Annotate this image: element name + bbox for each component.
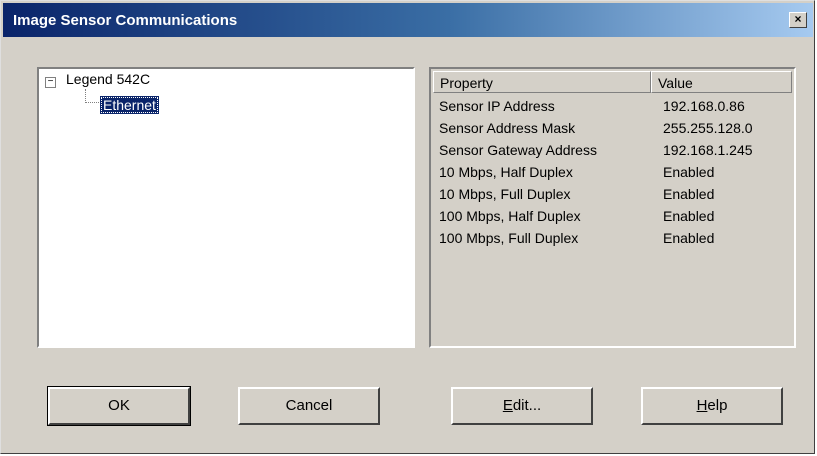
close-icon: × — [794, 12, 802, 26]
property-name: Sensor Address Mask — [439, 120, 576, 136]
property-name: Sensor Gateway Address — [439, 142, 597, 158]
property-row[interactable]: 100 Mbps, Half Duplex Enabled — [433, 205, 790, 227]
edit-button-accelerator: E — [502, 397, 513, 414]
help-button-accelerator: H — [696, 397, 708, 414]
property-name: 10 Mbps, Full Duplex — [439, 186, 571, 202]
collapse-icon[interactable]: − — [45, 77, 56, 88]
property-row[interactable]: 10 Mbps, Full Duplex Enabled — [433, 183, 790, 205]
property-row[interactable]: Sensor Address Mask 255.255.128.0 — [433, 117, 790, 139]
property-value: Enabled — [663, 186, 715, 202]
help-button[interactable]: Help — [641, 387, 783, 425]
edit-button[interactable]: Edit... — [451, 387, 593, 425]
tree-item-root[interactable]: Legend 542C — [66, 71, 150, 87]
property-name: Sensor IP Address — [439, 98, 555, 114]
property-rows: Sensor IP Address 192.168.0.86 Sensor Addr… — [433, 95, 790, 249]
property-row[interactable]: Sensor Gateway Address 192.168.1.245 — [433, 139, 790, 161]
property-row[interactable]: Sensor IP Address 192.168.0.86 — [433, 95, 790, 117]
help-button-label: elp — [707, 397, 728, 414]
property-name: 100 Mbps, Half Duplex — [439, 208, 581, 224]
property-list-header: Property Value — [433, 71, 792, 93]
property-row[interactable]: 10 Mbps, Half Duplex Enabled — [433, 161, 790, 183]
property-value: Enabled — [663, 230, 715, 246]
ok-button[interactable]: OK — [47, 386, 191, 426]
close-button[interactable]: × — [789, 12, 807, 28]
window-title: Image Sensor Communications — [13, 12, 238, 29]
property-value: 192.168.1.245 — [663, 142, 753, 158]
dialog-window: Image Sensor Communications × − Legend 5… — [0, 0, 815, 454]
property-name: 100 Mbps, Full Duplex — [439, 230, 579, 246]
tree-connector-horizontal — [85, 102, 99, 103]
tree-connector-vertical — [85, 89, 86, 103]
property-value: 255.255.128.0 — [663, 120, 753, 136]
property-row[interactable]: 100 Mbps, Full Duplex Enabled — [433, 227, 790, 249]
property-value: Enabled — [663, 208, 715, 224]
property-value: 192.168.0.86 — [663, 98, 745, 114]
edit-button-label: dit... — [512, 397, 542, 414]
column-header-value[interactable]: Value — [651, 71, 792, 93]
property-name: 10 Mbps, Half Duplex — [439, 164, 573, 180]
tree-view[interactable]: − Legend 542C Ethernet — [37, 67, 415, 348]
column-header-property[interactable]: Property — [433, 71, 651, 93]
property-value: Enabled — [663, 164, 715, 180]
title-bar[interactable]: Image Sensor Communications × — [3, 3, 813, 37]
property-list[interactable]: Property Value Sensor IP Address 192.168.… — [429, 67, 796, 348]
cancel-button[interactable]: Cancel — [238, 387, 380, 425]
tree-item-ethernet[interactable]: Ethernet — [100, 96, 159, 114]
